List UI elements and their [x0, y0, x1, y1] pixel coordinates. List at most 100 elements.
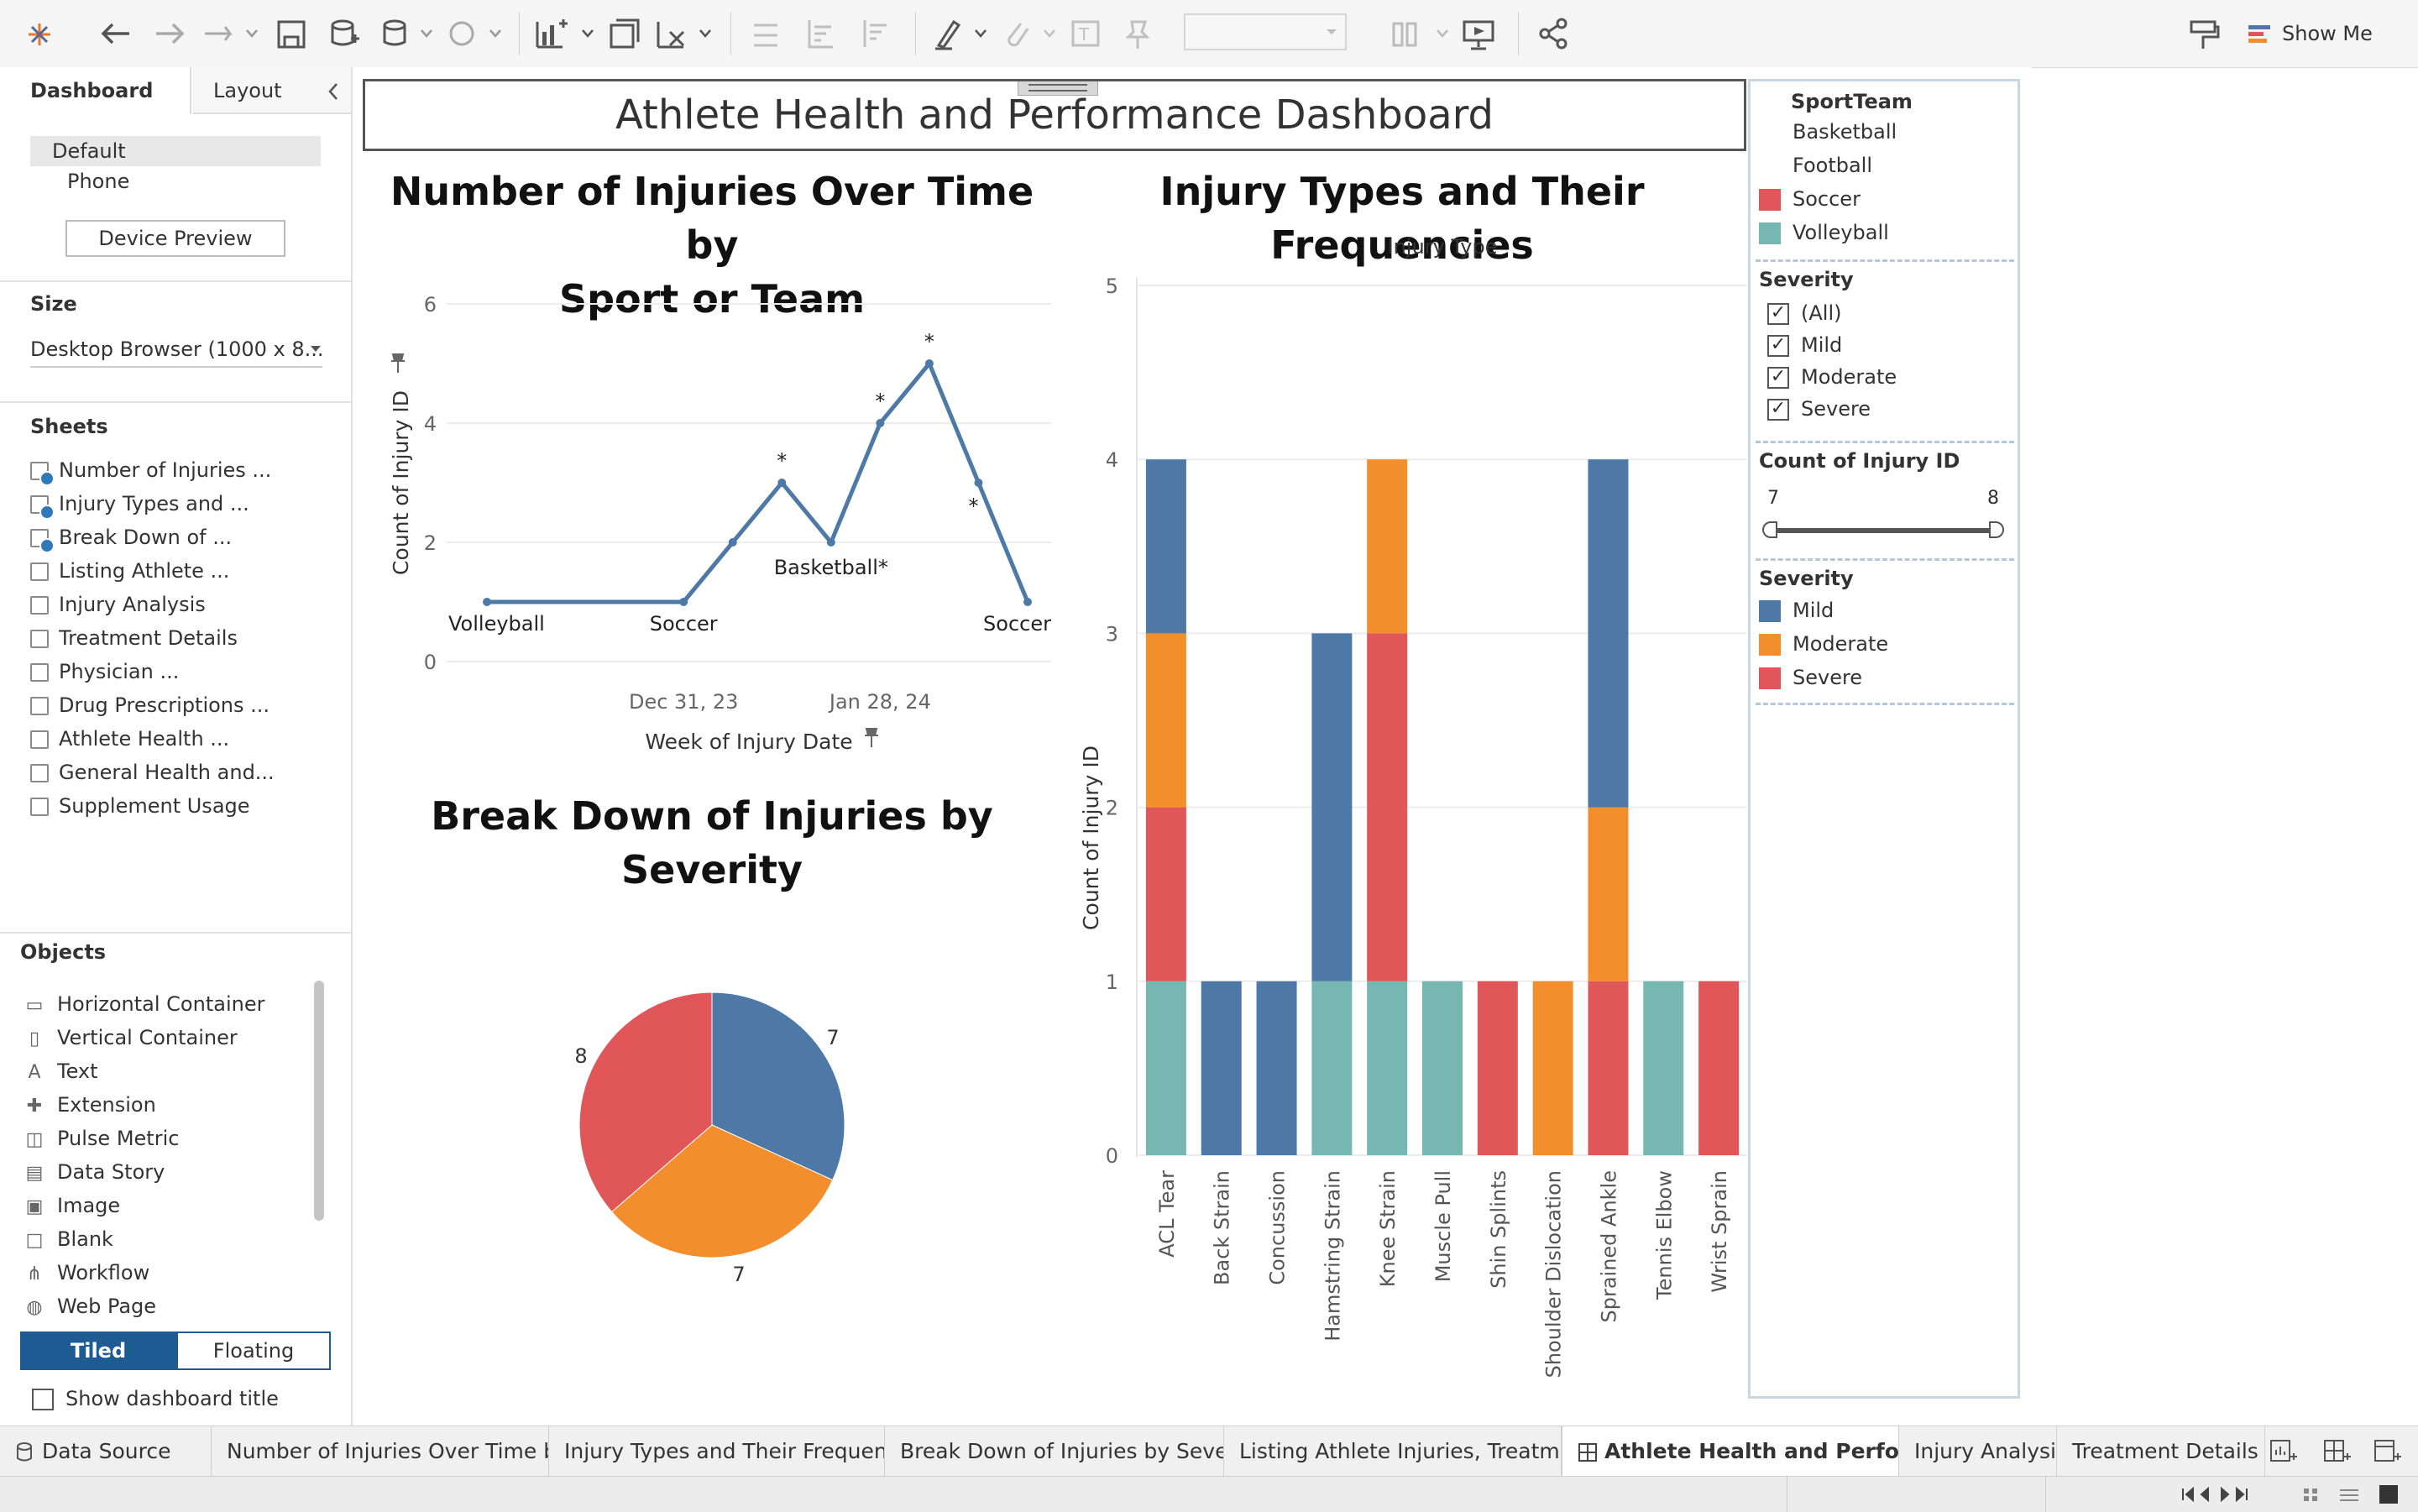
sport-legend-item[interactable]: Basketball [1759, 120, 1897, 144]
pause-updates-icon[interactable] [379, 17, 435, 52]
bar-segment[interactable] [1532, 981, 1573, 1155]
save-icon[interactable] [275, 18, 309, 50]
bar-segment[interactable] [1311, 633, 1353, 981]
replay-icon[interactable] [202, 18, 259, 49]
object-text[interactable]: A Text [24, 1059, 97, 1093]
presentation-mode-icon[interactable] [1390, 17, 1454, 52]
severity-legend-item[interactable]: Moderate [1759, 632, 1888, 656]
checkbox-checked-icon[interactable]: ✓ [1767, 303, 1789, 325]
bar-segment[interactable] [1145, 807, 1186, 981]
show-filmstrip-icon[interactable] [2300, 1483, 2324, 1505]
checkbox-checked-icon[interactable]: ✓ [1767, 367, 1789, 389]
bar-chart[interactable]: Injury Type 0 1 2 3 4 5 Count of Injury ID ACL T… [1066, 227, 1755, 1385]
sheet-item-supplement-usage[interactable]: Supplement Usage [30, 794, 250, 828]
sport-legend-item[interactable]: Football [1759, 154, 1872, 177]
new-story-tab-icon[interactable] [2373, 1438, 2403, 1465]
tab-sheet-severity-breakdown[interactable]: Break Down of Injuries by Severity [885, 1426, 1224, 1477]
sheet-item-injury-types-and[interactable]: Injury Types and ... [30, 492, 249, 526]
pie-chart[interactable]: 7 7 8 [504, 923, 924, 1310]
device-phone[interactable]: Phone [67, 170, 129, 193]
data-point[interactable] [728, 538, 737, 547]
sheet-item-drug-prescriptions[interactable]: Drug Prescriptions ... [30, 693, 270, 727]
show-me-button[interactable]: Show Me [2247, 15, 2373, 52]
device-preview-button[interactable]: Device Preview [65, 220, 285, 257]
bar-segment[interactable] [1698, 981, 1740, 1155]
sheet-item-treatment-details[interactable]: Treatment Details [30, 626, 238, 660]
object-data-story[interactable]: ▤ Data Story [24, 1160, 165, 1194]
bar-segment[interactable] [1367, 459, 1408, 634]
tiled-button[interactable]: Tiled [20, 1332, 176, 1370]
sheet-navigation-icon[interactable] [2180, 1483, 2255, 1505]
format-painter-icon[interactable] [2186, 17, 2222, 52]
data-point[interactable] [483, 598, 491, 606]
bar-segment[interactable] [1201, 981, 1242, 1155]
swap-icon[interactable] [749, 17, 784, 52]
bar-segment[interactable] [1588, 981, 1629, 1155]
fix-axes-icon[interactable] [1122, 17, 1157, 52]
duplicate-sheet-icon[interactable] [608, 17, 643, 52]
checkbox-checked-icon[interactable]: ✓ [1767, 335, 1789, 357]
data-point[interactable] [924, 359, 934, 368]
object-vertical-container[interactable]: ▯ Vertical Container [24, 1026, 238, 1059]
data-point[interactable] [777, 479, 787, 487]
sheet-item-break-down-of[interactable]: Break Down of ... [30, 526, 232, 559]
bar-segment[interactable] [1588, 807, 1629, 981]
show-sheet-tabs-icon[interactable] [2337, 1483, 2361, 1505]
sport-legend-item[interactable]: Soccer [1759, 187, 1861, 211]
tab-sheet-listing-athlete[interactable]: Listing Athlete Injuries, Treatme... [1224, 1426, 1562, 1477]
tab-sheet-injury-types[interactable]: Injury Types and Their Frequenc... [549, 1426, 885, 1477]
collapse-panel-icon[interactable] [324, 81, 343, 102]
sort-descending-icon[interactable] [858, 17, 893, 52]
undo-icon[interactable] [97, 17, 134, 50]
bar-segment[interactable] [1145, 981, 1186, 1155]
count-range-track[interactable] [1769, 528, 1997, 533]
sport-legend-item[interactable]: Volleyball [1759, 221, 1889, 244]
object-workflow[interactable]: ⋔ Workflow [24, 1261, 149, 1295]
line-chart[interactable]: 0 2 4 6 Dec 31, 23 Jan 28, 24 Week of Injury D… [369, 269, 1066, 772]
tab-sheet-treatment-details[interactable]: Treatment Details [2057, 1426, 2265, 1477]
severity-filter-option[interactable]: ✓ Mild [1767, 333, 1842, 357]
tab-dashboard-athlete-health[interactable]: Athlete Health and Perform... [1562, 1426, 1899, 1477]
bar-segment[interactable] [1422, 981, 1463, 1155]
tab-sheet-injury-analysis[interactable]: Injury Analysis [1899, 1426, 2057, 1477]
bar-segment[interactable] [1256, 981, 1297, 1155]
object-web-page[interactable]: ◍ Web Page [24, 1295, 156, 1328]
severity-filter-option[interactable]: ✓ Severe [1767, 397, 1871, 421]
floating-button[interactable]: Floating [176, 1332, 331, 1370]
new-data-source-icon[interactable] [327, 17, 361, 52]
bar-segment[interactable] [1477, 981, 1518, 1155]
severity-legend-item[interactable]: Severe [1759, 666, 1862, 689]
object-pulse-metric[interactable]: ◫ Pulse Metric [24, 1127, 180, 1160]
count-range-max-handle[interactable] [1989, 521, 2004, 538]
data-point[interactable] [826, 538, 835, 547]
sheet-item-injury-analysis[interactable]: Injury Analysis [30, 593, 206, 626]
data-point[interactable] [876, 419, 885, 427]
severity-filter-option[interactable]: ✓ (All) [1767, 301, 1841, 325]
sheet-item-athlete-health[interactable]: Athlete Health ... [30, 727, 229, 761]
bar-segment[interactable] [1145, 459, 1186, 634]
bar-segment[interactable] [1311, 981, 1353, 1155]
bar-segment[interactable] [1643, 981, 1684, 1155]
highlight-icon[interactable] [932, 17, 992, 52]
severity-legend-item[interactable]: Mild [1759, 599, 1834, 622]
fit-dropdown[interactable] [1184, 13, 1347, 50]
count-range-min-handle[interactable] [1762, 521, 1777, 538]
data-point[interactable] [679, 598, 688, 606]
refresh-icon[interactable] [445, 17, 504, 52]
object-blank[interactable]: □ Blank [24, 1227, 113, 1261]
redo-icon[interactable] [151, 17, 188, 50]
share-icon[interactable] [1536, 17, 1572, 52]
bar-segment[interactable] [1588, 459, 1629, 808]
pin-icon[interactable] [865, 728, 878, 747]
sheet-item-listing-athlete[interactable]: Listing Athlete ... [30, 559, 229, 593]
group-members-icon[interactable] [1001, 17, 1061, 52]
sheet-item-physician[interactable]: Physician ... [30, 660, 179, 693]
show-labels-icon[interactable]: T [1070, 17, 1105, 52]
object-extension[interactable]: ✚ Extension [24, 1093, 156, 1127]
bar-segment[interactable] [1367, 633, 1408, 981]
tableau-logo-icon[interactable] [25, 20, 54, 49]
show-tabs-toggle[interactable] [2379, 1485, 2398, 1504]
tab-dashboard[interactable]: Dashboard [0, 67, 191, 114]
object-horizontal-container[interactable]: ▭ Horizontal Container [24, 992, 265, 1026]
object-image[interactable]: ▣ Image [24, 1194, 121, 1227]
